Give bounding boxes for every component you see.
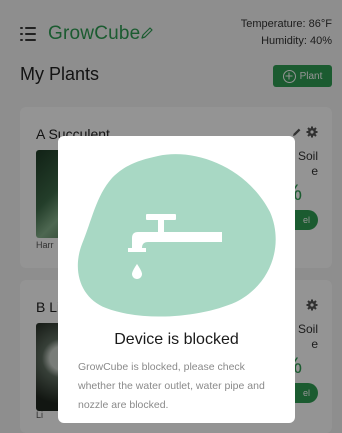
blocked-dialog: Device is blocked GrowCube is blocked, p… — [58, 136, 295, 423]
dialog-title: Device is blocked — [114, 331, 239, 348]
dialog-message: GrowCube is blocked, please check whethe… — [78, 361, 265, 411]
water-tap-illustration — [77, 154, 276, 317]
